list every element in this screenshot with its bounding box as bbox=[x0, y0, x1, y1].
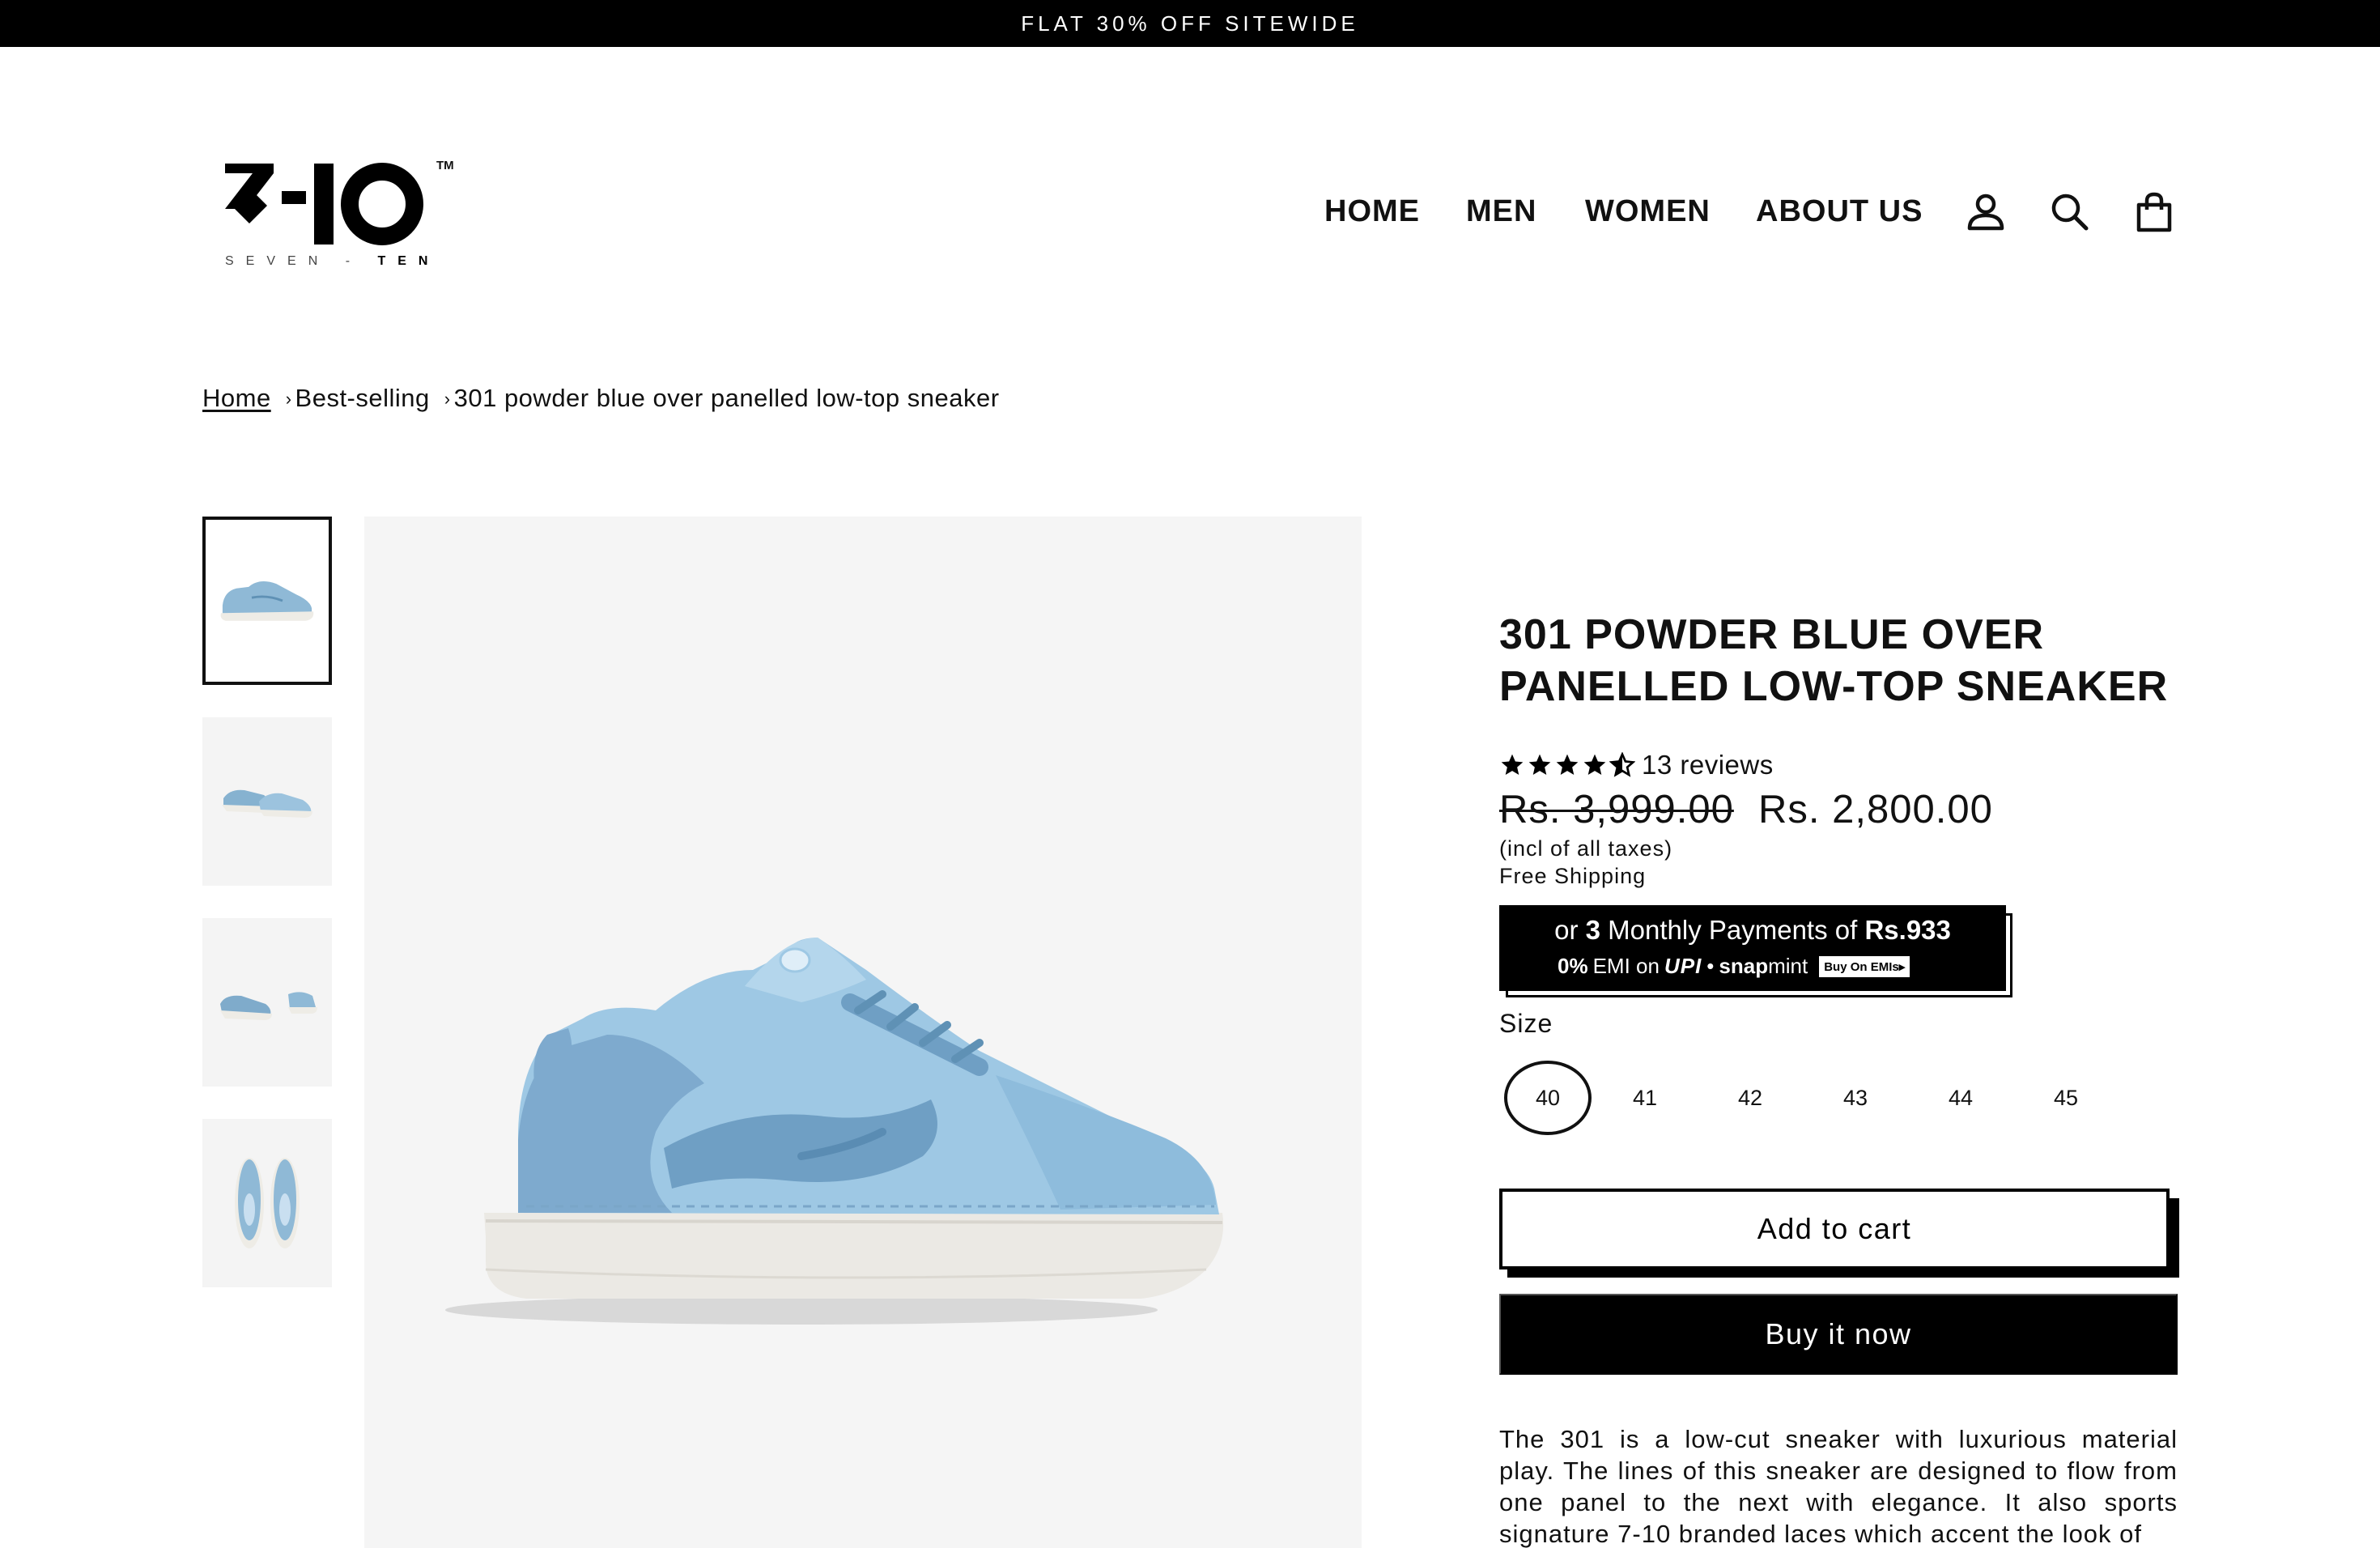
sneaker-pair-thumbnail bbox=[222, 789, 312, 818]
product-rating[interactable]: 13 reviews bbox=[1499, 750, 1774, 780]
breadcrumb-best-selling[interactable]: Best-selling bbox=[295, 384, 430, 413]
add-to-cart-button[interactable]: Add to cart bbox=[1499, 1189, 2170, 1269]
breadcrumb-separator: › bbox=[285, 389, 292, 409]
emi-widget[interactable]: or 3 Monthly Payments of Rs.933 0% EMI o… bbox=[1499, 905, 2006, 991]
star-half-icon bbox=[1609, 752, 1635, 777]
breadcrumb-home[interactable]: Home bbox=[202, 384, 271, 413]
upi-logo: UPI bbox=[1664, 954, 1702, 978]
logo-wordmark: SEVEN - TEN bbox=[225, 254, 440, 269]
size-label: Size bbox=[1499, 1009, 1553, 1038]
product-title: 301 POWDER BLUE OVER PANELLED LOW-TOP SN… bbox=[1499, 611, 2169, 710]
product-description: The 301 is a low-cut sneaker with luxuri… bbox=[1499, 1425, 2178, 1548]
star-full-icon bbox=[1528, 754, 1551, 775]
star-full-icon bbox=[1501, 754, 1524, 775]
sneaker-back-thumbnail bbox=[220, 992, 317, 1020]
thumbnail-pair-view[interactable] bbox=[202, 717, 332, 886]
size-option-45[interactable]: 45 bbox=[2022, 1061, 2110, 1135]
breadcrumb-separator: › bbox=[444, 389, 451, 409]
reviews-count[interactable]: 13 reviews bbox=[1642, 750, 1774, 780]
size-option-44[interactable]: 44 bbox=[1917, 1061, 2004, 1135]
thumbnail-back-view[interactable] bbox=[202, 918, 332, 1087]
thumbnail-side-view[interactable] bbox=[202, 517, 332, 685]
cart-icon[interactable] bbox=[2134, 192, 2174, 232]
nav-women[interactable]: WOMEN bbox=[1585, 194, 1711, 229]
thumbnail-top-view[interactable] bbox=[202, 1119, 332, 1287]
star-full-icon bbox=[1583, 754, 1606, 775]
wordmark-ten: TEN bbox=[377, 254, 440, 268]
announcement-bar: FLAT 30% OFF SITEWIDE bbox=[0, 0, 2380, 47]
brand-logo[interactable]: TM SEVEN - TEN bbox=[223, 155, 466, 277]
buy-on-emi-badge[interactable]: Buy On EMIs▸ bbox=[1819, 955, 1910, 977]
compare-at-price: Rs. 3,999.00 bbox=[1499, 788, 1734, 831]
nav-home[interactable]: HOME bbox=[1324, 194, 1420, 229]
breadcrumb-current: 301 powder blue over panelled low-top sn… bbox=[453, 384, 1000, 412]
wordmark-seven: SEVEN bbox=[225, 254, 330, 268]
shipping-note: Free Shipping bbox=[1499, 864, 1647, 888]
nav-men[interactable]: MEN bbox=[1466, 194, 1536, 229]
size-option-41[interactable]: 41 bbox=[1601, 1061, 1689, 1135]
star-full-icon bbox=[1556, 754, 1579, 775]
size-option-43[interactable]: 43 bbox=[1812, 1061, 1899, 1135]
wordmark-dash: - bbox=[345, 254, 363, 268]
rating-stars bbox=[1499, 752, 1635, 778]
nav-about-us[interactable]: ABOUT US bbox=[1756, 194, 1923, 229]
buy-now-button[interactable]: Buy it now bbox=[1499, 1294, 2178, 1375]
account-icon[interactable] bbox=[1966, 192, 2006, 232]
announcement-text: FLAT 30% OFF SITEWIDE bbox=[1021, 11, 1359, 36]
breadcrumb: Home › Best-selling › 301 powder blue ov… bbox=[202, 384, 1000, 413]
sneaker-main-illustration bbox=[445, 938, 1224, 1325]
main-product-image[interactable] bbox=[364, 517, 1362, 1548]
sneaker-side-thumbnail bbox=[220, 581, 314, 621]
sale-price: Rs. 2,800.00 bbox=[1758, 788, 1993, 831]
snapmint-logo: snapmint bbox=[1719, 954, 1808, 978]
sneaker-top-thumbnail bbox=[235, 1158, 300, 1248]
tax-note: (incl of all taxes) bbox=[1499, 836, 1673, 861]
logo-mark bbox=[225, 163, 423, 245]
trademark-symbol: TM bbox=[436, 159, 454, 172]
size-option-40[interactable]: 40 bbox=[1504, 1061, 1592, 1135]
emi-subline: 0% EMI on UPI • snapmint Buy On EMIs▸ bbox=[1558, 954, 1910, 979]
emi-headline: or 3 Monthly Payments of Rs.933 bbox=[1554, 915, 1951, 945]
search-icon[interactable] bbox=[2050, 192, 2090, 232]
size-option-42[interactable]: 42 bbox=[1706, 1061, 1794, 1135]
